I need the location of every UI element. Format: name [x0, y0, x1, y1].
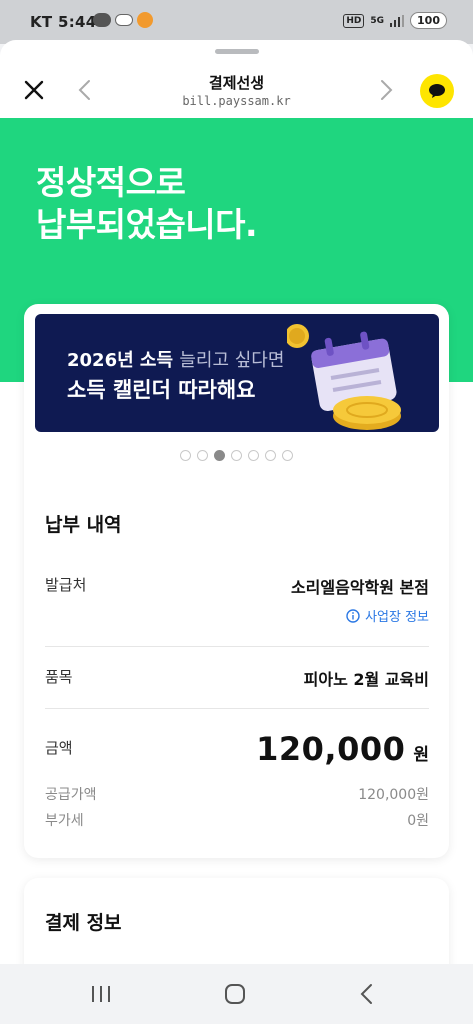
amount-display: 120,000 원: [256, 730, 429, 768]
banner-headline: 2026년 소득 늘리고 싶다면: [67, 346, 284, 372]
recent-apps-icon[interactable]: [90, 984, 112, 1004]
messenger-icon: [93, 13, 111, 27]
item-label: 품목: [45, 668, 73, 686]
business-info-link[interactable]: 사업장 정보: [346, 606, 429, 625]
pagination-dot[interactable]: [282, 450, 293, 461]
issuer-value: 소리엘음악학원 본점: [290, 578, 429, 597]
network-5g-icon: 5G: [370, 15, 385, 26]
calendar-coin-illustration: [287, 324, 401, 430]
pagination-dot[interactable]: [248, 450, 259, 461]
speech-bubble-icon: [429, 84, 445, 98]
status-carrier-time: KT 5:44: [30, 13, 97, 31]
divider: [45, 708, 429, 709]
system-navigation-bar: [0, 964, 473, 1024]
battery-indicator: 100: [410, 12, 447, 29]
home-icon[interactable]: [224, 983, 246, 1005]
payment-info-title: 결제 정보: [45, 912, 122, 934]
banner-soft-text: 늘리고 싶다면: [179, 350, 285, 371]
system-indicators: HD 5G 100: [343, 12, 447, 29]
supply-amount-value: 120,000원: [358, 787, 429, 803]
clock: 5:44: [58, 13, 97, 31]
sheet-drag-handle[interactable]: [215, 49, 259, 54]
success-message-line2: 납부되었습니다.: [36, 205, 258, 244]
cloud-icon: [115, 14, 133, 26]
kakao-talk-button[interactable]: [420, 74, 454, 108]
info-circle-icon: [346, 608, 360, 623]
site-title: 결제선생: [208, 74, 265, 92]
supply-amount-label: 공급가액: [45, 787, 97, 803]
business-info-label: 사업장 정보: [365, 610, 429, 625]
amount-unit: 원: [413, 745, 429, 765]
hd-icon: HD: [343, 13, 365, 28]
pagination-dot[interactable]: [231, 450, 242, 461]
chevron-right-icon[interactable]: [376, 78, 396, 102]
vat-value: 0원: [407, 813, 429, 829]
success-message: 정상적으로 납부되었습니다.: [36, 162, 258, 246]
success-message-line1: 정상적으로: [36, 163, 186, 202]
banner-year-text: 2026년 소득: [67, 350, 174, 371]
app-notification-icon: [137, 12, 153, 28]
banner-subheadline: 소득 캘린더 따라해요: [67, 378, 256, 402]
amount-value: 120,000: [256, 730, 406, 768]
payment-details-title: 납부 내역: [45, 514, 122, 536]
pagination-dot[interactable]: [197, 450, 208, 461]
notification-icons: [93, 12, 153, 28]
site-url: bill.payssam.kr: [182, 94, 291, 108]
back-icon[interactable]: [356, 982, 378, 1006]
vat-label: 부가세: [45, 813, 84, 829]
item-value: 피아노 2월 교육비: [303, 670, 429, 689]
browser-header: 결제선생 bill.payssam.kr: [0, 60, 473, 118]
promo-banner[interactable]: 2026년 소득 늘리고 싶다면 소득 캘린더 따라해요: [35, 314, 439, 432]
pagination-dot[interactable]: [265, 450, 276, 461]
carrier-label: KT: [30, 13, 53, 31]
amount-label: 금액: [45, 739, 73, 757]
pagination-dot[interactable]: [214, 450, 225, 461]
issuer-label: 발급처: [45, 576, 87, 594]
payment-info-card: 결제 정보: [24, 878, 449, 964]
status-bar: KT 5:44 HD 5G 100: [0, 0, 473, 44]
pagination-dot[interactable]: [180, 450, 191, 461]
divider: [45, 646, 429, 647]
signal-icon: [390, 14, 405, 27]
webview-sheet: 결제선생 bill.payssam.kr 정상적으로 납부되었습니다. 2026…: [0, 40, 473, 964]
payment-receipt-card: 2026년 소득 늘리고 싶다면 소득 캘린더 따라해요 납부 내역 발급처 소…: [24, 304, 449, 858]
banner-pagination: [24, 450, 449, 461]
